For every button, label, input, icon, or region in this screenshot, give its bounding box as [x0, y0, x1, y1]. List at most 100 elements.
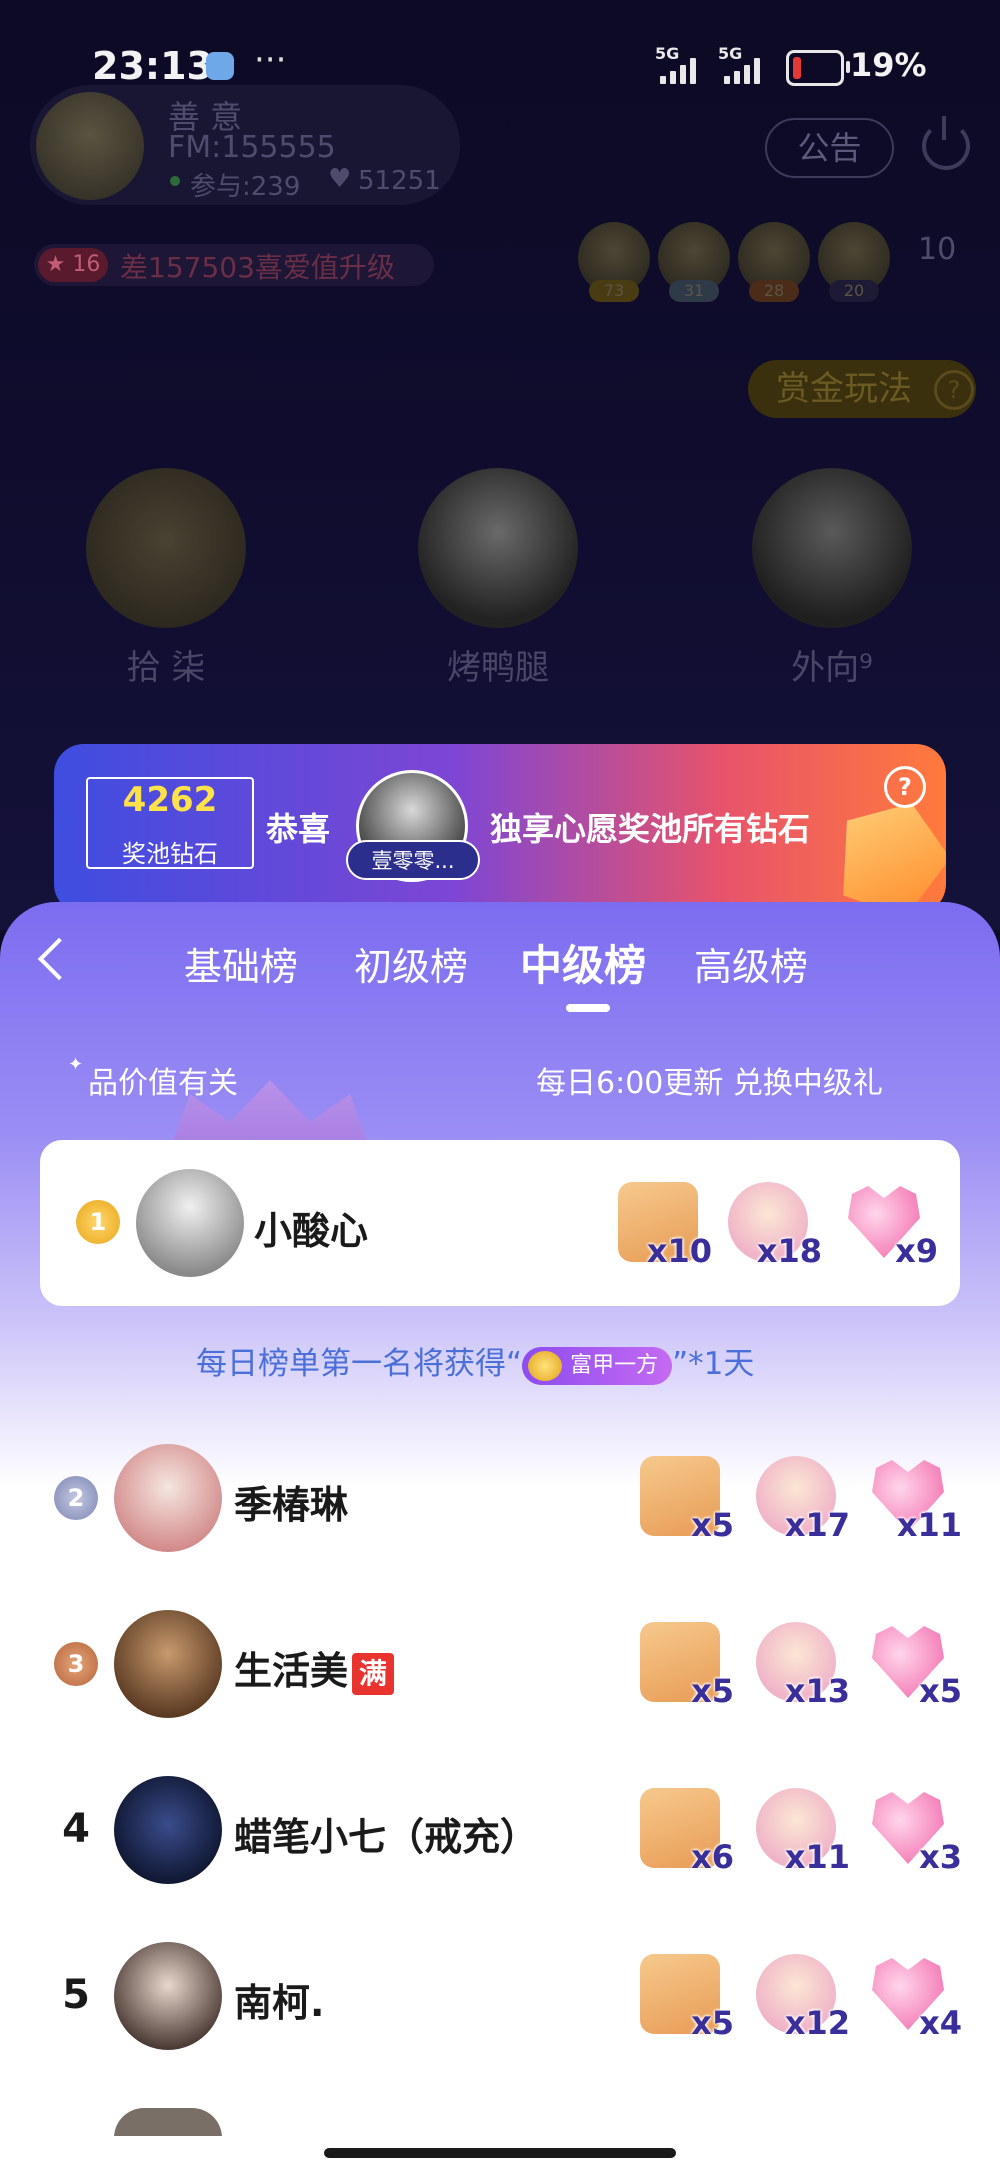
user-avatar[interactable]	[114, 2108, 222, 2138]
gift-count: x17	[784, 1506, 850, 1544]
online-count[interactable]: 10	[918, 232, 956, 267]
gift-count: x4	[919, 2004, 962, 2042]
help-icon[interactable]: ?	[884, 766, 926, 808]
user-avatar[interactable]	[136, 1169, 244, 1277]
seat-avatar[interactable]	[86, 468, 246, 628]
signal-icon-2	[724, 58, 760, 84]
daily-note-prefix: 每日榜单第一名将获得“	[196, 1346, 523, 1382]
heart-gift-icon: x9	[836, 1176, 938, 1272]
more-notifications-icon: ···	[254, 40, 287, 80]
gift-count: x10	[646, 1232, 712, 1270]
bear-gift-icon: x11	[748, 1782, 850, 1878]
user-avatar[interactable]	[114, 1444, 222, 1552]
top-fan-score: 20	[829, 280, 879, 302]
pool-label: 奖池钻石	[122, 840, 218, 868]
rank-number: 4	[62, 1806, 90, 1852]
bear-gift-icon: x17	[748, 1450, 850, 1546]
tab-basic[interactable]: 基础榜	[184, 936, 298, 991]
gift-count: x9	[895, 1232, 938, 1270]
bear-gift-icon: x18	[720, 1176, 822, 1272]
heart-gift-icon: x11	[860, 1450, 962, 1546]
tab-intermediate[interactable]: 中级榜	[520, 932, 646, 993]
gift-count: x5	[691, 1672, 734, 1710]
user-name: 蜡笔小七（戒充）	[234, 1815, 539, 1859]
heart-gift-icon: x3	[860, 1782, 962, 1878]
upgrade-hint: 差157503喜爱值升级	[120, 251, 395, 284]
rich-badge: 富甲一方	[522, 1346, 673, 1385]
winner-name: 壹零零...	[346, 840, 480, 880]
gold-medal-icon: 1	[76, 1200, 120, 1244]
full-tag: 满	[352, 1652, 395, 1695]
user-name: 小酸心	[254, 1209, 369, 1253]
bronze-medal-icon: 3	[54, 1642, 98, 1686]
level-number: 16	[72, 252, 101, 277]
app-notification-icon	[206, 52, 234, 80]
battery-percent: 19%	[850, 46, 927, 84]
gift-count: x3	[919, 1838, 962, 1876]
signal-icon-1	[660, 58, 696, 84]
user-name: 生活美满	[234, 1640, 395, 1695]
status-time: 23:13	[92, 44, 213, 88]
home-indicator[interactable]	[324, 2148, 676, 2158]
gift-count: x12	[784, 2004, 850, 2042]
seat-avatar[interactable]	[418, 468, 578, 628]
banner-message: 独享心愿奖池所有钻石	[490, 810, 811, 848]
tab-advanced[interactable]: 高级榜	[694, 936, 808, 991]
room-fm: FM:155555	[168, 130, 336, 165]
gift-count: x13	[784, 1672, 850, 1710]
heart-count: 51251	[358, 166, 441, 196]
gift-count: x5	[919, 1672, 962, 1710]
user-avatar[interactable]	[114, 1942, 222, 2050]
heart-icon: ♥	[328, 164, 352, 194]
rich-badge-label: 富甲一方	[570, 1352, 659, 1378]
gift-count: x5	[691, 2004, 734, 2042]
bear-gift-icon: x13	[748, 1616, 850, 1712]
envelope-gift-icon: x5	[632, 1948, 734, 2044]
power-icon[interactable]	[922, 116, 970, 170]
gift-count: x6	[691, 1838, 734, 1876]
seat-name: 烤鸭腿	[447, 648, 549, 688]
rank-number: 5	[62, 1972, 90, 2018]
gift-count: x18	[756, 1232, 822, 1270]
top-fan-score: 28	[749, 280, 799, 302]
user-name-text: 生活美	[234, 1649, 349, 1693]
envelope-gift-icon: x6	[632, 1782, 734, 1878]
bear-gift-icon: x12	[748, 1948, 850, 2044]
seat-name: 拾 柒	[126, 648, 206, 688]
gift-count: x11	[896, 1506, 962, 1544]
online-dot	[170, 176, 180, 186]
level-badge: ★ 16	[38, 248, 108, 282]
gift-count: x5	[691, 1506, 734, 1544]
pool-diamond-count: 4262	[122, 780, 218, 820]
bounty-help-icon[interactable]: ?	[934, 370, 974, 410]
gift-count: x11	[784, 1838, 850, 1876]
daily-note-suffix: ”*1天	[672, 1346, 755, 1382]
user-avatar[interactable]	[114, 1776, 222, 1884]
envelope-gift-icon: x10	[610, 1176, 712, 1272]
silver-medal-icon: 2	[54, 1476, 98, 1520]
seat-avatar[interactable]	[752, 468, 912, 628]
host-avatar[interactable]	[36, 92, 144, 200]
user-avatar[interactable]	[114, 1610, 222, 1718]
heart-gift-icon: x4	[860, 1948, 962, 2044]
envelope-gift-icon: x5	[632, 1616, 734, 1712]
marquee-right-text: 每日6:00更新 兑换中级礼	[536, 1066, 883, 1101]
heart-gift-icon: x5	[860, 1616, 962, 1712]
top-fan-score: 73	[589, 280, 639, 302]
diamond-icon	[823, 785, 946, 914]
congrats-text: 恭喜	[266, 810, 331, 848]
user-name: 季椿琳	[234, 1483, 349, 1527]
top-fan-score: 31	[669, 280, 719, 302]
sparkle-icon: ✦	[68, 1054, 84, 1075]
battery-icon	[786, 50, 850, 86]
user-name: 南柯.	[234, 1981, 325, 2025]
marquee-left-text: 品价值有关	[88, 1066, 238, 1101]
envelope-gift-icon: x5	[632, 1450, 734, 1546]
active-tab-indicator	[566, 1004, 610, 1012]
tab-beginner[interactable]: 初级榜	[354, 936, 468, 991]
daily-reward-note: 每日榜单第一名将获得“ 富甲一方 ”*1天	[196, 1338, 754, 1385]
participant-count: 参与:239	[190, 172, 301, 202]
seat-name: 外向⁹	[791, 648, 873, 688]
bounty-label: 赏金玩法	[776, 369, 912, 409]
notice-button[interactable]: 公告	[765, 118, 894, 178]
